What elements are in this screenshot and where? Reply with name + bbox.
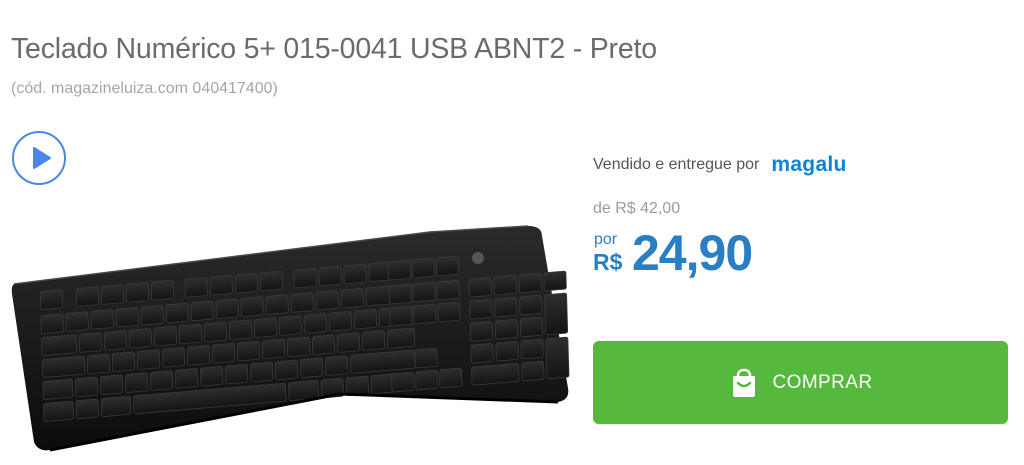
buy-button-label: COMPRAR xyxy=(772,371,873,393)
play-icon xyxy=(33,147,51,169)
shopping-bag-icon xyxy=(732,368,755,397)
keyboard-product-image xyxy=(11,225,570,452)
product-title: Teclado Numérico 5+ 015-0041 USB ABNT2 -… xyxy=(11,33,657,66)
product-code: (cód. magazineluiza.com 040417400) xyxy=(11,80,278,97)
old-price: de R$ 42,00 xyxy=(593,200,681,217)
seller-info: Vendido e entregue por magalu xyxy=(593,153,847,177)
price-prefix: por xyxy=(594,231,618,248)
buy-button[interactable]: COMPRAR xyxy=(593,341,1008,424)
price-currency: R$ xyxy=(593,249,623,275)
play-video-button[interactable] xyxy=(12,131,66,185)
magalu-logo[interactable]: magalu xyxy=(771,153,846,177)
seller-label: Vendido e entregue por xyxy=(593,156,760,173)
price-value: 24,90 xyxy=(632,225,753,281)
